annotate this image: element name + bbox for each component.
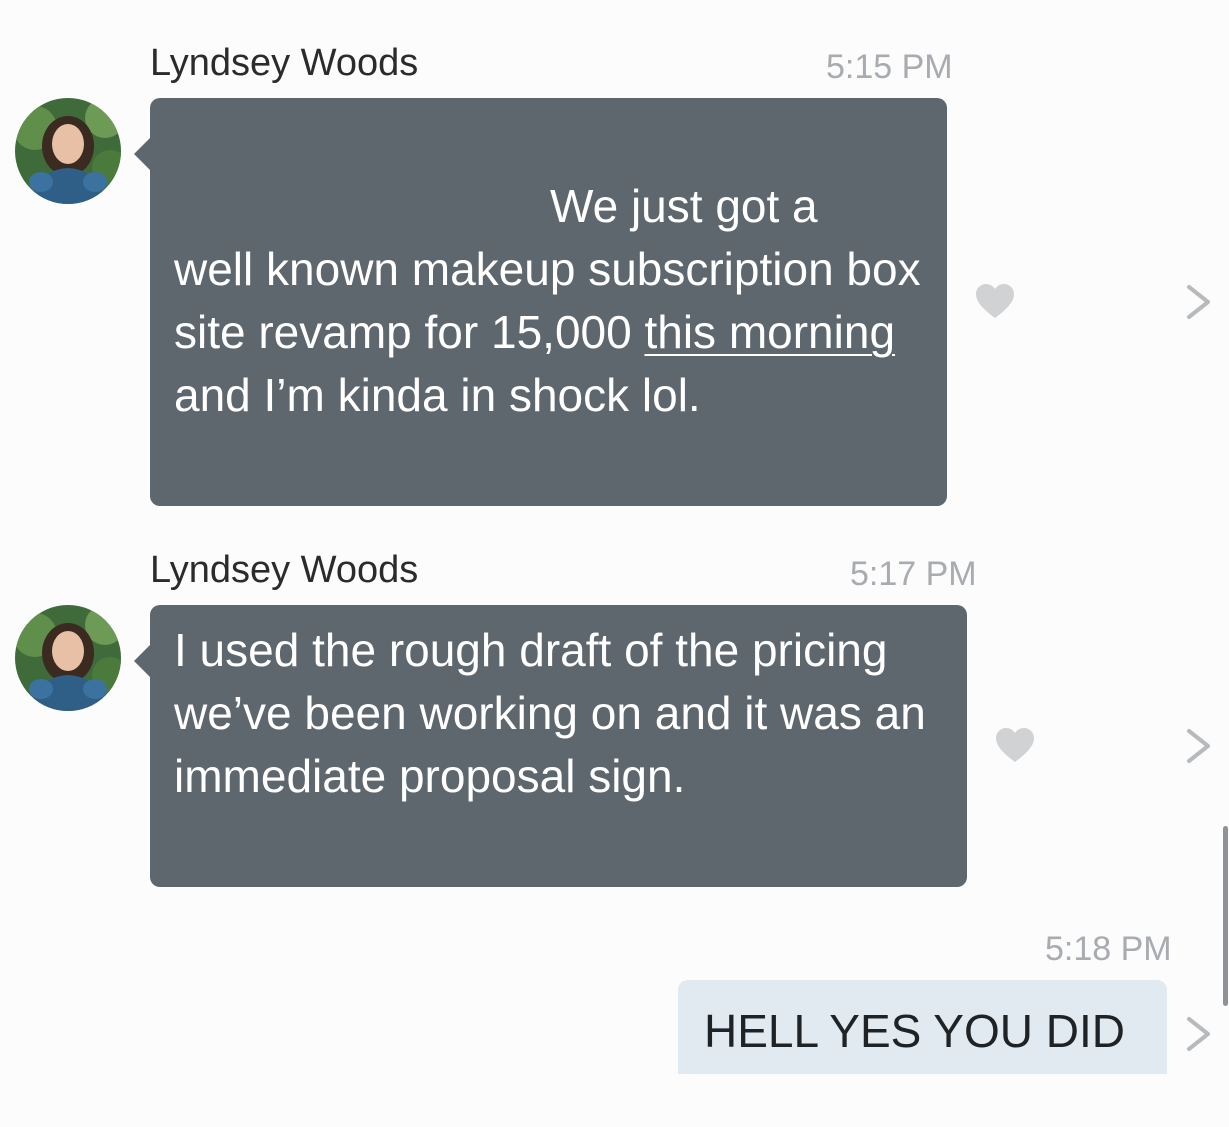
message-link[interactable]: this morning [644,306,895,358]
message-text-lead: We just got a [550,180,818,232]
heart-icon[interactable] [975,283,1015,319]
outgoing-message-bubble[interactable]: HELL YES YOU DID [678,980,1167,1074]
message-bubble[interactable]: I used the rough draft of the pricing we… [134,605,967,887]
chevron-right-icon[interactable] [1184,284,1214,320]
message-text: well known makeup subscription box site … [174,243,921,421]
chevron-right-icon[interactable] [1184,1016,1214,1052]
scrollbar[interactable] [1223,826,1228,1006]
avatar[interactable] [15,605,121,711]
message-text: I used the rough draft of the pricing we… [174,624,926,802]
message-timestamp: 5:15 PM [826,48,953,86]
message-timestamp: 5:18 PM [1045,930,1172,968]
sender-name: Lyndsey Woods [150,549,419,591]
message-timestamp: 5:17 PM [850,555,977,593]
message-text: HELL YES YOU DID [704,1005,1125,1057]
message-bubble[interactable]: We just got a well known makeup subscrip… [134,98,947,506]
sender-name: Lyndsey Woods [150,42,419,84]
avatar[interactable] [15,98,121,204]
chevron-right-icon[interactable] [1184,728,1214,764]
heart-icon[interactable] [995,727,1035,763]
